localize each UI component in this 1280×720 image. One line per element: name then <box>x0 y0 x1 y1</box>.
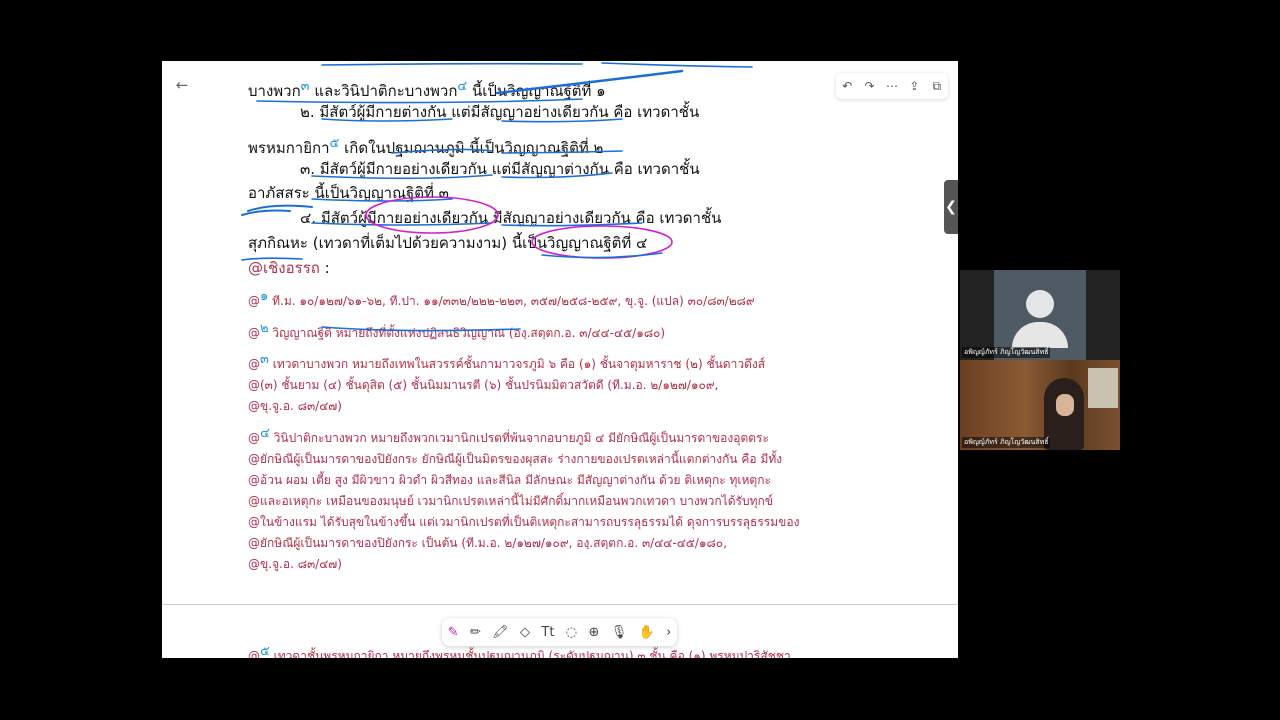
text: และวินิปาติกะบางพวก <box>309 82 458 100</box>
text: พรหมกายิกา <box>248 139 330 157</box>
heading-text: @เชิงอรรถ <box>248 259 320 277</box>
text: บางพวก <box>248 82 301 100</box>
lasso-icon[interactable]: ◌ <box>566 625 577 640</box>
footnote-text: ที.ม. ๑๐/๑๒๗/๖๑-๖๒, ที.ปา. ๑๑/๓๓๒/๒๒๒-๒๒… <box>272 294 755 308</box>
text: เกิดในปฐมฌานภูมิ นี้เป็นวิญญาณฐิติที่ ๒ <box>339 139 604 157</box>
footnote-text: @ขุ.จู.อ. ๘๓/๔๗) <box>248 557 342 571</box>
side-panel-tab[interactable]: ❮ <box>944 180 958 234</box>
colon: : <box>319 259 330 277</box>
participant-video-2[interactable]: อพิญญ์ภัทร์ ภิญโญวัฒนสิทธิ์ <box>960 360 1120 450</box>
footnote-text: @ยักษิณีผู้เป็นมารดาของปิยังกระ ยักษิณีผ… <box>248 452 783 466</box>
footnote-num: ๑ <box>260 289 269 304</box>
avatar-head <box>1026 290 1054 318</box>
highlighter-icon[interactable]: 🖍 <box>492 625 509 640</box>
eraser-icon[interactable]: ◇ <box>520 625 530 640</box>
redo-icon[interactable]: ↷ <box>862 79 878 93</box>
mic-icon[interactable]: 🎙 <box>611 625 628 640</box>
footnote-4: @๔ วินิปาติกะบางพวก หมายถึงพวกเวมานิกเปร… <box>248 423 799 575</box>
footnote-num: ๕ <box>260 644 270 658</box>
main-line-1: บางพวก๓ และวินิปาติกะบางพวก๔ นี้เป็นวิญญ… <box>248 75 606 103</box>
footnote-2: @๒ วิญญาณฐิติ หมายถึงที่ตั้งแห่งปฏิสนธิว… <box>248 321 666 340</box>
text-icon[interactable]: Tt <box>541 625 554 640</box>
footnote-text: @ขุ.จู.อ. ๘๓/๔๗) <box>248 399 342 413</box>
footnote-ref: ๔ <box>457 79 468 94</box>
footnote-text: เทวดาบางพวก หมายถึงเทพในสวรรค์ชั้นกามาวจ… <box>272 357 766 371</box>
video-face <box>1056 394 1074 416</box>
footnote-text: @และอเหตุกะ เหมือนของมนุษย์ เวมานิกเปรตเ… <box>248 494 773 508</box>
pencil-icon[interactable]: ✏ <box>470 625 481 640</box>
footnote-text: วินิปาติกะบางพวก หมายถึงพวกเวมานิกเปรตที… <box>273 431 769 445</box>
top-toolbar: ↶ ↷ ⋯ ⇪ ⧉ <box>836 73 948 99</box>
main-line-6: ๔. มีสัตว์ผู้มีกายอย่างเดียวกัน มีสัญญาอ… <box>300 209 722 227</box>
participant-name: อพิญญ์ภัทร์ ภิญโญวัฒนสิทธิ์ <box>962 437 1051 448</box>
undo-icon[interactable]: ↶ <box>839 79 855 93</box>
footnote-text: เทวดาชั้นพรหมกายิกา หมายถึงพรหมชั้นปฐมฌา… <box>273 649 791 658</box>
footnote-ref: ๓ <box>300 79 310 94</box>
drawing-toolbar: ✎ ✏ 🖍 ◇ Tt ◌ ⊕ 🎙 ✋ › <box>442 618 677 646</box>
main-line-7: สุภกิณหะ (เทวดาที่เต็มไปด้วยความงาม) นี้… <box>248 234 648 252</box>
more-icon[interactable]: ⋯ <box>884 79 900 93</box>
chevron-right-icon[interactable]: › <box>666 625 671 640</box>
footnote-num: ๔ <box>260 426 270 441</box>
copy-icon[interactable]: ⧉ <box>929 79 945 94</box>
plus-icon[interactable]: ⊕ <box>588 625 599 640</box>
footnote-num: ๒ <box>260 321 269 336</box>
main-line-3: พรหมกายิกา๕ เกิดในปฐมฌานภูมิ นี้เป็นวิญญ… <box>248 132 603 160</box>
text: นี้เป็นวิญญาณฐิติที่ ๑ <box>467 82 606 100</box>
main-line-5: อาภัสสระ นี้เป็นวิญญาณฐิติที่ ๓ <box>248 184 449 202</box>
video-window <box>1088 368 1118 408</box>
main-line-4: ๓. มีสัตว์ผู้มีกายอย่างเดียวกัน แต่มีสัญ… <box>300 160 700 178</box>
footnote-text: วิญญาณฐิติ หมายถึงที่ตั้งแห่งปฏิสนธิวิญญ… <box>272 326 666 340</box>
footnote-text: @(๓) ชั้นยาม (๔) ชั้นดุสิต (๕) ชั้นนิมมา… <box>248 378 719 392</box>
share-icon[interactable]: ⇪ <box>906 79 922 93</box>
footnote-1: @๑ ที.ม. ๑๐/๑๒๗/๖๑-๖๒, ที.ปา. ๑๑/๓๓๒/๒๒๒… <box>248 289 755 308</box>
footnote-num: ๓ <box>260 352 269 367</box>
footnote-3: @๓ เทวดาบางพวก หมายถึงเทพในสวรรค์ชั้นกาม… <box>248 349 765 417</box>
footnote-text: @ในข้างแรม ได้รับสุขในข้างขึ้น แต่เวมานิ… <box>248 515 800 529</box>
main-line-2: ๒. มีสัตว์ผู้มีกายต่างกัน แต่มีสัญญาอย่า… <box>300 103 700 121</box>
back-arrow-icon[interactable]: ← <box>172 75 192 95</box>
footnote-heading: @เชิงอรรถ : <box>248 256 330 280</box>
participant-name: อพิญญ์ภัทร์ ภิญโญวัฒนสิทธิ์ <box>962 347 1051 358</box>
page-separator <box>162 604 958 605</box>
footnote-text: @ยักษิณีผู้เป็นมารดาของปิยังกระ เป็นต้น … <box>248 536 727 550</box>
participant-video-1[interactable]: อพิญญ์ภัทร์ ภิญโญวัฒนสิทธิ์ <box>960 270 1120 360</box>
footnote-ref: ๕ <box>329 136 340 151</box>
document-page: ← ↶ ↷ ⋯ ⇪ ⧉ บางพวก๓ และวินิปาติกะบางพวก๔… <box>162 61 958 658</box>
hand-icon[interactable]: ✋ <box>639 625 655 640</box>
pen-icon[interactable]: ✎ <box>448 625 459 640</box>
footnote-text: @อ้วน ผอม เตี้ย สูง มีผิวขาว ผิวดำ ผิวสี… <box>248 473 771 487</box>
